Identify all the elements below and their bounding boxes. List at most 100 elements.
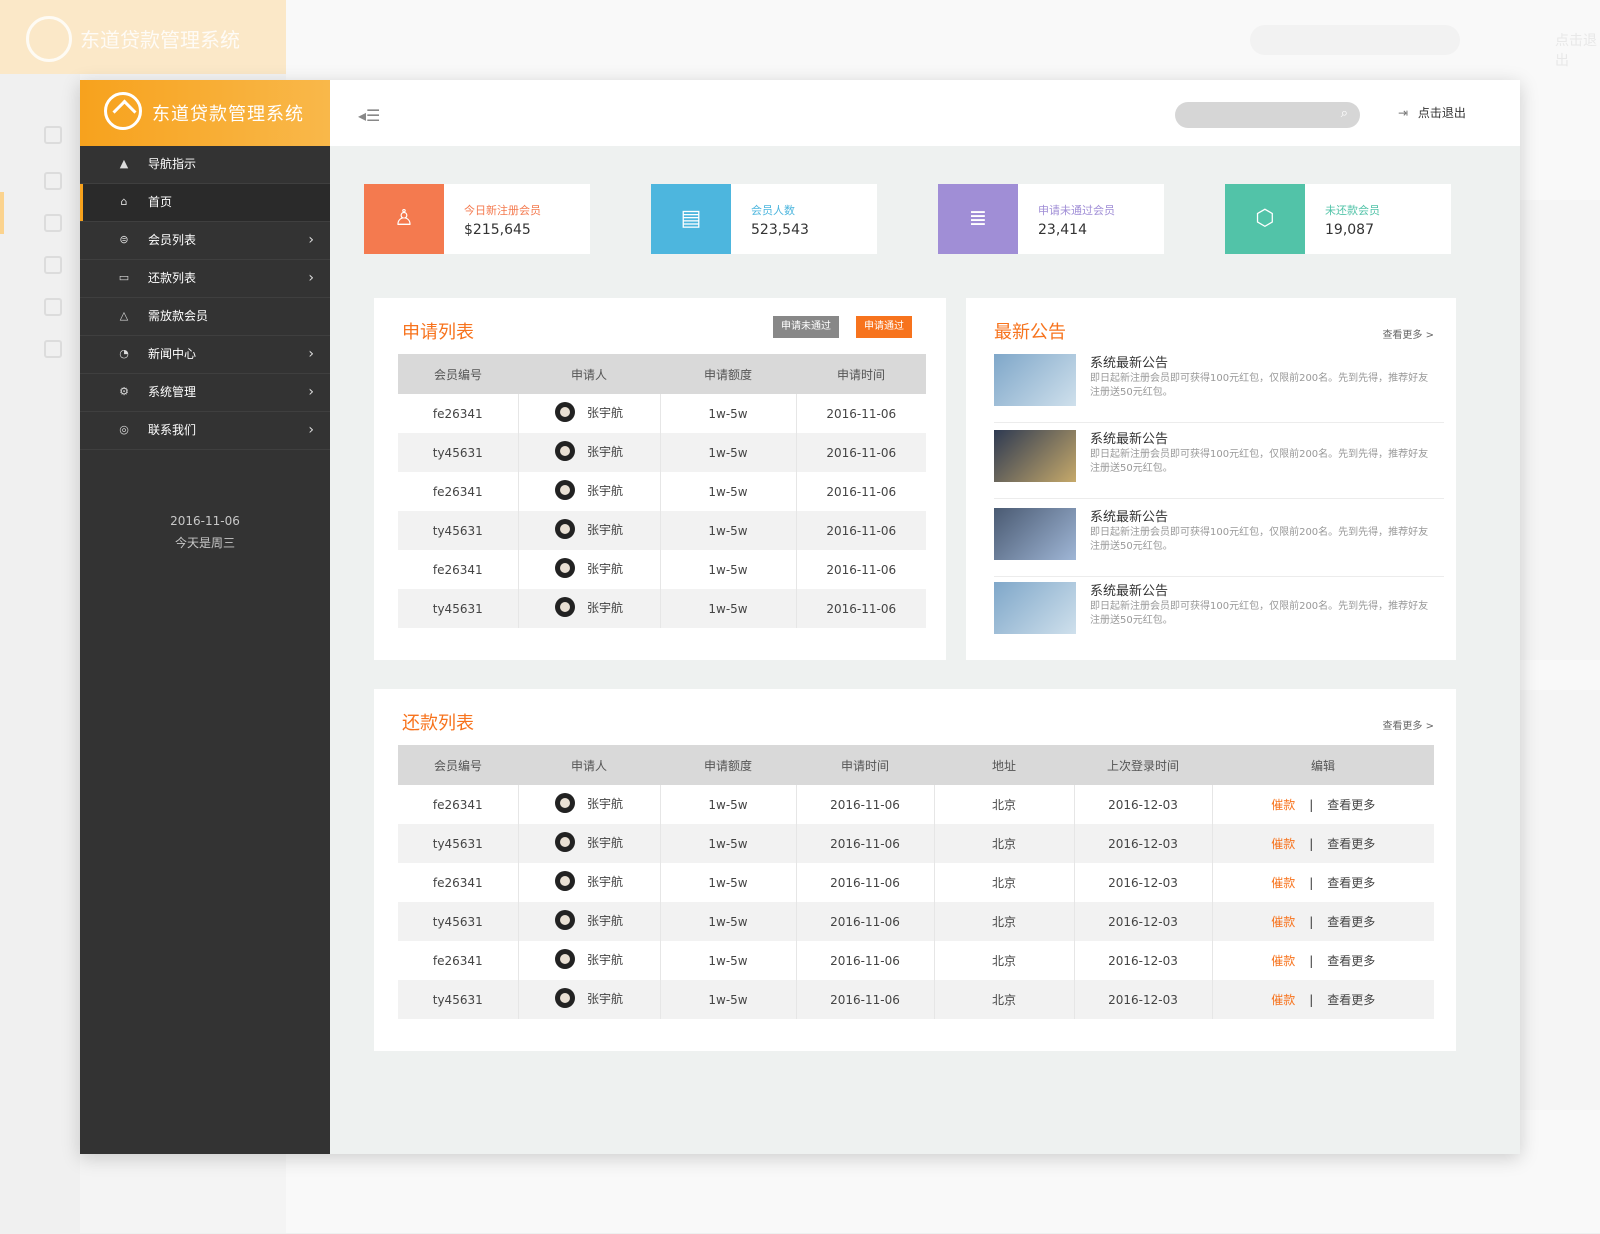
applicant-name: 张宇航 (586, 600, 623, 615)
background-logo: 东道贷款管理系统 (0, 0, 286, 74)
sidebar-date: 2016-11-06 今天是周三 (80, 510, 330, 554)
view-more-link[interactable]: 查看更多 (1327, 837, 1375, 851)
column-header: 申请人 (518, 354, 660, 394)
announcement-item[interactable]: 系统最新公告 即日起新注册会员即可获得100元红包，仅限前200名。先到先得，推… (994, 576, 1444, 650)
announcement-item[interactable]: 系统最新公告 即日起新注册会员即可获得100元红包，仅限前200名。先到先得，推… (994, 424, 1444, 499)
view-more-link[interactable]: 查看更多 (1327, 915, 1375, 929)
sidebar-item-label: 会员列表 (148, 233, 197, 247)
applicant-cell: 张宇航 (518, 394, 661, 433)
sidebar-item-members[interactable]: ⊜ 会员列表 › (80, 222, 330, 260)
view-more-link[interactable]: 查看更多 (1327, 798, 1375, 812)
background-rail-icon (44, 172, 62, 190)
search-icon[interactable]: ⌕ (1341, 106, 1348, 121)
brand-header: 东道贷款管理系统 (80, 80, 330, 146)
applicant-cell: 张宇航 (518, 589, 661, 628)
applicant-cell: 张宇航 (518, 824, 661, 863)
apply-date: 2016-11-06 (826, 562, 897, 577)
applications-panel: 申请列表 申请未通过 申请通过 会员编号 申请人 申请额度 申请时间 fe263… (374, 298, 946, 660)
urge-payment-link[interactable]: 催款 (1271, 837, 1295, 851)
amount: 1w-5w (660, 785, 797, 824)
last-login: 2016-12-03 (1074, 902, 1213, 941)
table-row[interactable]: fe26341 张宇航 1w-5w 2016-11-06 北京 2016-12-… (398, 785, 1434, 824)
table-row[interactable]: ty45631 张宇航 1w-5w 2016-11-06 北京 2016-12-… (398, 824, 1434, 863)
repayments-panel: 还款列表 查看更多 > 会员编号 申请人 申请额度 申请时间 地址 上次登录时间… (374, 689, 1456, 1051)
menu-toggle-icon[interactable]: ◂☰ (358, 106, 380, 125)
approved-filter-button[interactable]: 申请通过 (856, 316, 912, 338)
card-icon: ▭ (118, 271, 130, 284)
urge-payment-link[interactable]: 催款 (1271, 915, 1295, 929)
applicant-name: 张宇航 (586, 796, 623, 811)
member-id: ty45631 (398, 589, 519, 628)
applicant-cell: 张宇航 (518, 941, 661, 980)
amount: 1w-5w (660, 394, 797, 433)
table-row[interactable]: fe26341 张宇航 1w-5w 2016-11-06 (398, 550, 926, 589)
app-window: 东道贷款管理系统 ▲ 导航指示 ⌂ 首页 ⊜ 会员列表 › ▭ 还款列表 › △… (80, 80, 1520, 1154)
sidebar-item-repayments[interactable]: ▭ 还款列表 › (80, 260, 330, 298)
avatar (554, 441, 575, 461)
column-header: 申请额度 (660, 745, 796, 785)
rejected-filter-button[interactable]: 申请未通过 (773, 316, 839, 338)
view-more-link[interactable]: 查看更多 > (1382, 326, 1434, 341)
applicant-cell: 张宇航 (518, 785, 661, 824)
logo-icon (104, 92, 142, 130)
sidebar-item-label: 需放款会员 (148, 309, 209, 323)
search-input[interactable]: ⌕ (1175, 102, 1360, 128)
table-row[interactable]: fe26341 张宇航 1w-5w 2016-11-06 北京 2016-12-… (398, 941, 1434, 980)
apply-date: 2016-11-06 (796, 941, 935, 980)
view-more-link[interactable]: 查看更多 (1327, 993, 1375, 1007)
avatar (554, 597, 575, 617)
logout-button[interactable]: ⇥ 点击退出 (1398, 104, 1466, 121)
sidebar-item-home[interactable]: ⌂ 首页 (80, 184, 330, 222)
announcement-item[interactable]: 系统最新公告 即日起新注册会员即可获得100元红包，仅限前200名。先到先得，推… (994, 502, 1444, 577)
announcement-body: 即日起新注册会员即可获得100元红包，仅限前200名。先到先得，推荐好友注册送5… (1090, 527, 1429, 552)
sidebar: 东道贷款管理系统 ▲ 导航指示 ⌂ 首页 ⊜ 会员列表 › ▭ 还款列表 › △… (80, 80, 330, 1154)
sidebar-item-nav-guide[interactable]: ▲ 导航指示 (80, 146, 330, 184)
sidebar-item-contact[interactable]: ◎ 联系我们 › (80, 412, 330, 450)
background-rail-icon (44, 126, 62, 144)
member-id: ty45631 (398, 511, 519, 550)
applicant-name: 张宇航 (586, 561, 623, 576)
sidebar-item-pending-loans[interactable]: △ 需放款会员 (80, 298, 330, 336)
applicant-cell: 张宇航 (518, 550, 661, 589)
applicant-name: 张宇航 (586, 991, 623, 1006)
view-more-link[interactable]: 查看更多 (1327, 876, 1375, 890)
view-more-link[interactable]: 查看更多 (1327, 954, 1375, 968)
stat-label: 未还款会员 (1325, 204, 1380, 217)
member-id: ty45631 (398, 433, 519, 472)
table-row[interactable]: ty45631 张宇航 1w-5w 2016-11-06 北京 2016-12-… (398, 980, 1434, 1019)
announcement-body: 即日起新注册会员即可获得100元红包，仅限前200名。先到先得，推荐好友注册送5… (1090, 449, 1429, 474)
view-more-link[interactable]: 查看更多 > (1382, 717, 1434, 732)
table-row[interactable]: fe26341 张宇航 1w-5w 2016-11-06 (398, 472, 926, 511)
stat-label: 今日新注册会员 (464, 204, 541, 217)
sidebar-item-news[interactable]: ◔ 新闻中心 › (80, 336, 330, 374)
chevron-right-icon: › (308, 346, 314, 362)
list-icon: ⊜ (119, 233, 129, 246)
background-logout: 点击退出 (1555, 33, 1597, 69)
applicant-name: 张宇航 (586, 405, 623, 420)
database-icon: ≣ (938, 184, 1018, 254)
applicant-name: 张宇航 (586, 835, 623, 850)
address: 北京 (934, 980, 1075, 1019)
separator: | (1309, 993, 1314, 1007)
urge-payment-link[interactable]: 催款 (1271, 876, 1295, 890)
amount: 1w-5w (660, 511, 797, 550)
table-row[interactable]: ty45631 张宇航 1w-5w 2016-11-06 (398, 511, 926, 550)
table-row[interactable]: ty45631 张宇航 1w-5w 2016-11-06 (398, 589, 926, 628)
urge-payment-link[interactable]: 催款 (1271, 993, 1295, 1007)
last-login: 2016-12-03 (1074, 824, 1213, 863)
top-bar: ◂☰ ⌕ ⇥ 点击退出 (330, 80, 1520, 146)
announcement-item[interactable]: 系统最新公告 即日起新注册会员即可获得100元红包，仅限前200名。先到先得，推… (994, 348, 1444, 423)
address: 北京 (934, 941, 1075, 980)
table-row[interactable]: ty45631 张宇航 1w-5w 2016-11-06 北京 2016-12-… (398, 902, 1434, 941)
urge-payment-link[interactable]: 催款 (1271, 954, 1295, 968)
column-header: 会员编号 (398, 745, 518, 785)
logout-icon: ⇥ (1398, 106, 1409, 120)
urge-payment-link[interactable]: 催款 (1271, 798, 1295, 812)
address: 北京 (934, 863, 1075, 902)
table-row[interactable]: fe26341 张宇航 1w-5w 2016-11-06 北京 2016-12-… (398, 863, 1434, 902)
table-row[interactable]: ty45631 张宇航 1w-5w 2016-11-06 (398, 433, 926, 472)
table-row[interactable]: fe26341 张宇航 1w-5w 2016-11-06 (398, 394, 926, 433)
sidebar-item-system[interactable]: ⚙ 系统管理 › (80, 374, 330, 412)
stat-card-unpaid: ⬡ 未还款会员 19,087 (1225, 184, 1451, 254)
avatar (554, 832, 575, 852)
